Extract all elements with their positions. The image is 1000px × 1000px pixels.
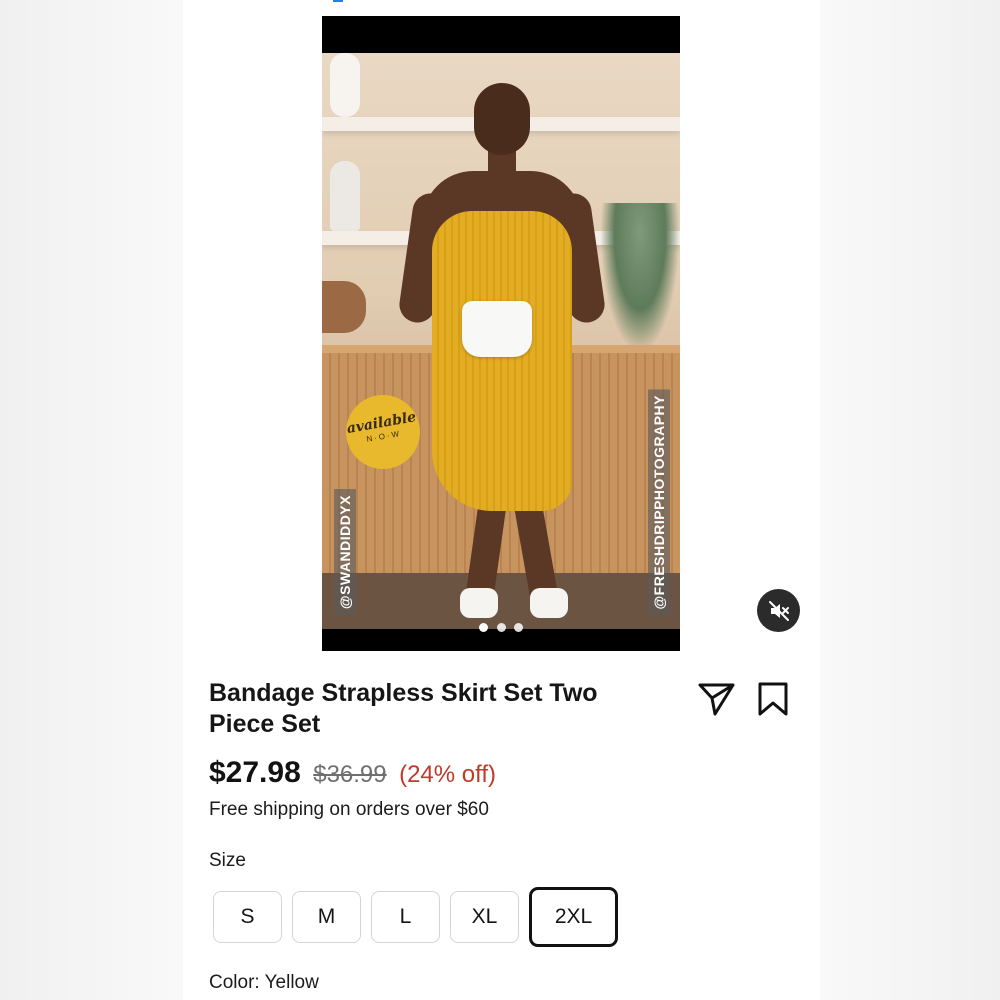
color-label: Color: Yellow: [209, 972, 319, 993]
size-option-m[interactable]: M: [292, 891, 361, 943]
model-leg: [465, 501, 507, 600]
white-shoe: [460, 588, 498, 618]
watermark-right: @FRESHDRIPPHOTOGRAPHY: [648, 388, 670, 615]
current-price: $27.98: [209, 756, 301, 789]
top-edge: [183, 0, 820, 4]
bookmark-icon: [758, 682, 788, 716]
size-option-2xl[interactable]: 2XL: [529, 887, 618, 947]
model-head: [474, 83, 530, 155]
size-option-xl[interactable]: XL: [450, 891, 519, 943]
share-button[interactable]: [697, 681, 737, 717]
decor-plant: [600, 203, 680, 353]
shipping-note: Free shipping on orders over $60: [209, 799, 489, 820]
product-media-video[interactable]: available N·O·W @SWANDIDDYX @FRESHDRIPPH…: [322, 16, 680, 651]
decor-bust: [330, 161, 360, 231]
white-shoe: [530, 588, 568, 618]
carousel-dots[interactable]: [322, 619, 680, 637]
product-page: available N·O·W @SWANDIDDYX @FRESHDRIPPH…: [183, 0, 820, 1000]
decor-pot: [322, 281, 366, 333]
model-leg: [513, 501, 559, 600]
mute-button[interactable]: [757, 589, 800, 632]
model-figure: [397, 83, 607, 623]
price-row: $27.98 $36.99 (24% off): [209, 756, 496, 790]
product-title: Bandage Strapless Skirt Set Two Piece Se…: [209, 679, 598, 738]
backdrop-right: [817, 0, 1000, 1000]
speaker-muted-icon: [768, 600, 789, 621]
carousel-dot[interactable]: [513, 623, 523, 632]
discount-percent: (24% off): [399, 761, 497, 788]
size-label: Size: [209, 850, 246, 871]
white-handbag: [462, 301, 532, 357]
send-icon: [698, 683, 735, 716]
original-price: $36.99: [313, 761, 387, 788]
size-options: S M L XL 2XL: [213, 887, 618, 947]
top-link-stub: [333, 0, 343, 2]
carousel-dot[interactable]: [479, 623, 489, 632]
decor-vase: [330, 53, 360, 117]
watermark-left: @SWANDIDDYX: [334, 488, 356, 615]
size-option-s[interactable]: S: [213, 891, 282, 943]
size-option-l[interactable]: L: [371, 891, 440, 943]
carousel-dot[interactable]: [496, 623, 506, 632]
save-button[interactable]: [755, 681, 791, 717]
yellow-dress: [432, 211, 572, 511]
backdrop-left: [0, 0, 183, 1000]
product-photo: available N·O·W @SWANDIDDYX @FRESHDRIPPH…: [322, 53, 680, 629]
